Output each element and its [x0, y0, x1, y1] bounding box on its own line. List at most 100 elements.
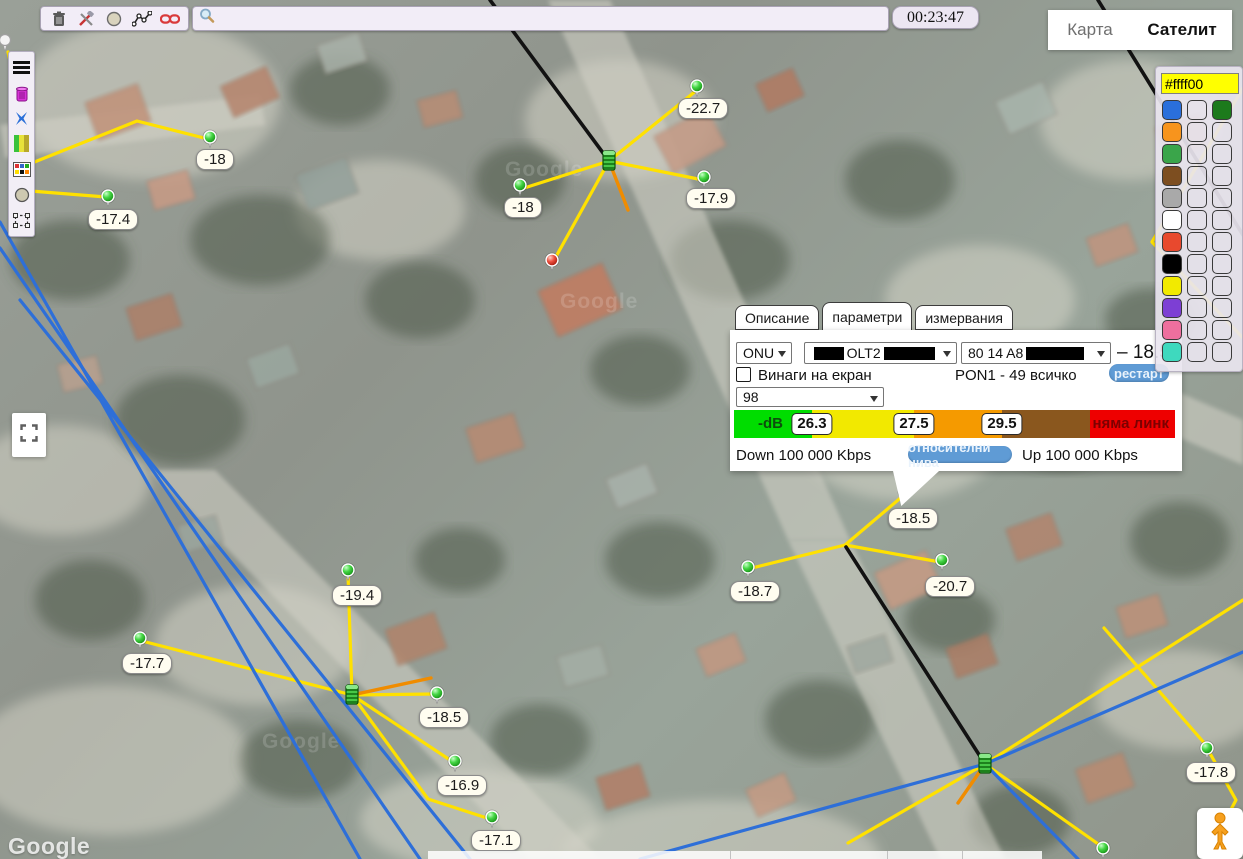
color-swatch[interactable] [1212, 342, 1232, 362]
signal-level-label: -19.4 [332, 585, 382, 606]
color-swatch[interactable] [1187, 210, 1207, 230]
color-swatch[interactable] [1162, 100, 1182, 120]
clock: 00:23:47 [892, 6, 979, 29]
color-swatch[interactable] [1187, 342, 1207, 362]
color-swatch[interactable] [1212, 232, 1232, 252]
mac-prefix-value: 80 14 A8 [968, 345, 1023, 361]
pegman-button[interactable] [1197, 808, 1243, 859]
redacted-text [884, 347, 935, 360]
onu-type-select[interactable]: ONU [736, 342, 792, 364]
color-swatch[interactable] [1162, 276, 1182, 296]
levels-icon[interactable] [12, 135, 32, 153]
map-view-button[interactable]: Карта [1048, 10, 1132, 50]
redacted-text [814, 347, 844, 360]
delete-trash-icon[interactable] [12, 84, 32, 102]
google-logo: Google [8, 833, 90, 859]
hex-color-input[interactable] [1161, 73, 1239, 94]
pegman-icon [1208, 812, 1232, 855]
color-swatch[interactable] [1212, 122, 1232, 142]
satellite-view-button[interactable]: Сателит [1132, 10, 1232, 50]
signal-level-label: -22.7 [678, 98, 728, 119]
color-swatch[interactable] [1212, 276, 1232, 296]
popup-body: ONU OLT2 80 14 A8 – 18.5 Винаги на екран… [730, 330, 1182, 471]
color-swatch[interactable] [1187, 320, 1207, 340]
color-swatch[interactable] [1187, 122, 1207, 142]
up-speed-label: Up 100 000 Kbps [1022, 447, 1138, 464]
color-swatch[interactable] [1162, 342, 1182, 362]
map-watermark: Google [262, 730, 340, 754]
olt-select[interactable]: OLT2 [804, 342, 957, 364]
color-swatch[interactable] [1162, 232, 1182, 252]
tools-sidebar [8, 51, 35, 237]
color-swatch[interactable] [1212, 144, 1232, 164]
always-on-screen-checkbox[interactable] [736, 367, 751, 382]
color-swatch[interactable] [1162, 188, 1182, 208]
color-picker-panel [1155, 66, 1243, 372]
color-swatch[interactable] [1212, 188, 1232, 208]
signal-level-label: -18.5 [888, 508, 938, 529]
scale-threshold: 29.5 [981, 413, 1022, 435]
signal-level-label: -17.4 [88, 209, 138, 230]
no-link-label: няма линк [1092, 415, 1169, 432]
color-swatch[interactable] [1212, 320, 1232, 340]
signal-level-label: -20.7 [925, 576, 975, 597]
color-swatch[interactable] [1212, 298, 1232, 318]
always-on-screen-label: Винаги на екран [758, 367, 872, 384]
color-swatch[interactable] [1187, 144, 1207, 164]
color-swatch[interactable] [1212, 254, 1232, 274]
fullscreen-button[interactable] [12, 413, 46, 457]
trash-icon[interactable] [49, 10, 69, 27]
color-swatch-grid [1162, 100, 1236, 362]
color-swatch[interactable] [1162, 122, 1182, 142]
menu-icon[interactable] [12, 59, 32, 77]
color-swatch[interactable] [1212, 210, 1232, 230]
tools-icon[interactable] [77, 10, 97, 27]
color-swatch[interactable] [1212, 100, 1232, 120]
relative-levels-button[interactable]: относителни нива [908, 446, 1012, 463]
color-swatch[interactable] [1162, 298, 1182, 318]
color-swatch[interactable] [1187, 254, 1207, 274]
color-swatch[interactable] [1187, 298, 1207, 318]
color-swatch[interactable] [1162, 144, 1182, 164]
color-swatch[interactable] [1187, 166, 1207, 186]
color-swatch[interactable] [1162, 166, 1182, 186]
color-swatch[interactable] [1187, 276, 1207, 296]
signal-level-label: -18 [196, 149, 234, 170]
color-swatch[interactable] [1162, 320, 1182, 340]
fullscreen-icon [20, 424, 38, 447]
signal-level-label: -17.8 [1186, 762, 1236, 783]
close-x-icon[interactable] [12, 110, 32, 128]
color-swatch[interactable] [1162, 210, 1182, 230]
chain-link-icon[interactable] [160, 10, 180, 27]
color-swatch[interactable] [1162, 254, 1182, 274]
signal-level-label: -18.7 [730, 581, 780, 602]
color-swatch[interactable] [1187, 188, 1207, 208]
db-label: -dB [758, 415, 783, 432]
popup-tabs: Описаниепараметриизмервания [730, 302, 1182, 330]
onu-mac-select[interactable]: 80 14 A8 [961, 342, 1111, 364]
port-number-value: 98 [743, 389, 759, 405]
polyline-icon[interactable] [132, 10, 152, 27]
select-area-icon[interactable] [12, 211, 32, 229]
redacted-text [1026, 347, 1084, 360]
color-swatch[interactable] [1212, 166, 1232, 186]
signal-level-label: -16.9 [437, 775, 487, 796]
port-select[interactable]: 98 [736, 387, 884, 407]
tab-Описание[interactable]: Описание [735, 305, 819, 330]
color-swatch[interactable] [1187, 232, 1207, 252]
circle-tool-icon[interactable] [12, 186, 32, 204]
map-watermark: Google [560, 290, 638, 314]
olt-value: OLT2 [847, 345, 881, 361]
tab-параметри[interactable]: параметри [822, 302, 912, 330]
color-swatch[interactable] [1187, 100, 1207, 120]
map-application: -18-17.4-22.7-18-17.9-18.5-18.7-20.7-19.… [0, 0, 1243, 859]
signal-scale-bar: -dB няма линк 26.327.529.5 [734, 410, 1175, 438]
circle-tool-icon[interactable] [104, 10, 124, 27]
attribution-bar [428, 851, 1042, 859]
search-input[interactable] [221, 10, 882, 28]
search-bar [192, 6, 889, 31]
tab-измервания[interactable]: измервания [915, 305, 1013, 330]
signal-level-label: -18.5 [419, 707, 469, 728]
onu-properties-popup: Описаниепараметриизмервания ONU OLT2 80 … [730, 302, 1182, 471]
palette-icon[interactable] [12, 160, 32, 178]
